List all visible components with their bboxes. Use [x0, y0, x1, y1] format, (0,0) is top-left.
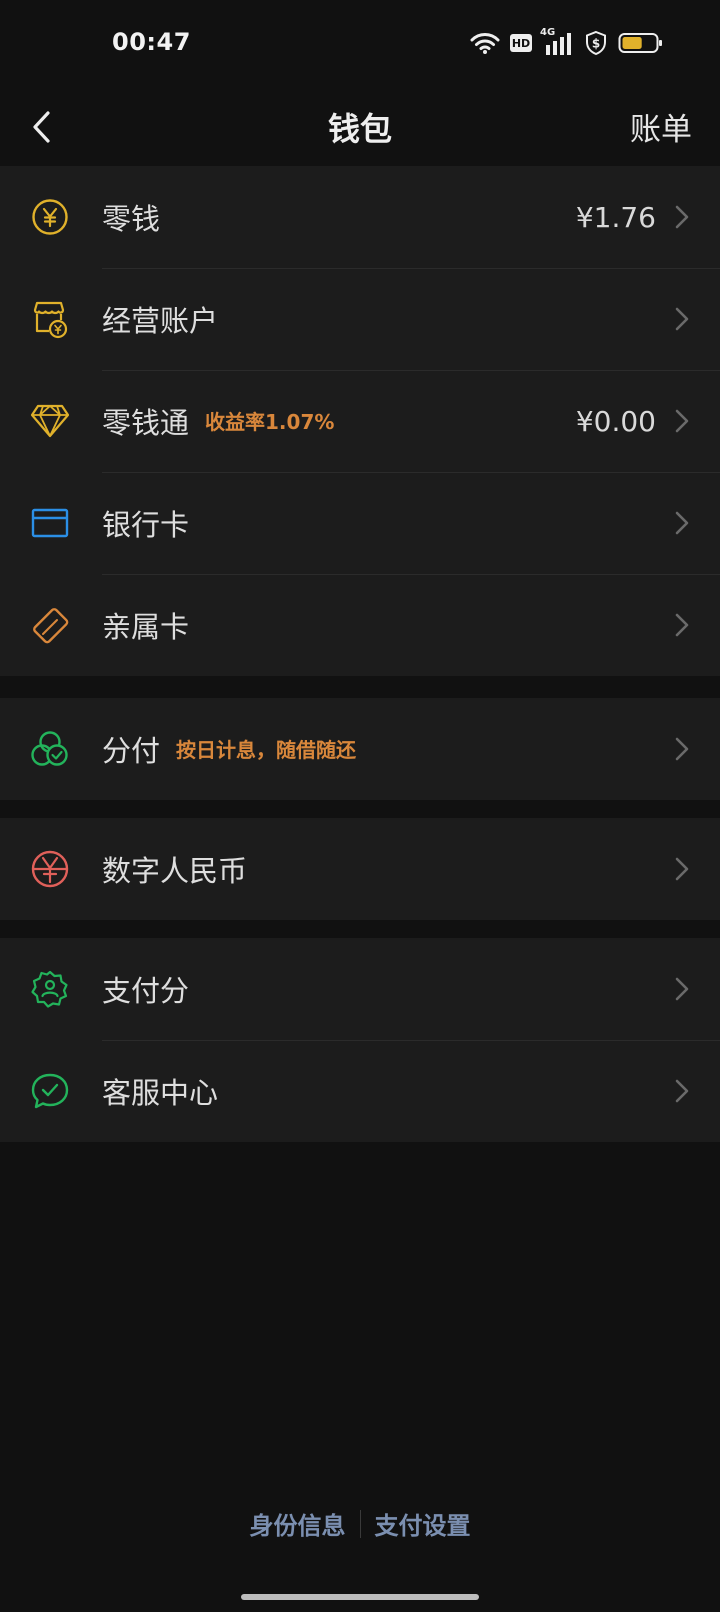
fenfu-group: 分付 按日计息，随借随还 [0, 698, 720, 800]
chevron-right-icon [675, 613, 689, 637]
row-label: 数字人民币 [102, 854, 248, 888]
wallet-assets-group: 零钱 ¥1.76 经营账户 零钱通 收益率1.07% ¥0.00 银行卡 亲属卡 [0, 166, 720, 676]
family-card-icon [30, 605, 70, 645]
footer-links: 身份信息 支付设置 [0, 1506, 720, 1541]
family-card-row[interactable]: 亲属卡 [0, 574, 720, 676]
row-label: 客服中心 [102, 1076, 219, 1110]
shop-account-icon [30, 299, 70, 339]
row-label: 银行卡 [102, 508, 190, 542]
yield-rate-tag: 收益率1.07% [205, 410, 335, 434]
lingqiantong-label: 零钱通 [102, 406, 190, 440]
row-label: 零钱通 收益率1.07% [102, 400, 334, 442]
status-time: 00:47 [112, 28, 191, 56]
customer-service-icon [30, 1071, 70, 1111]
chevron-right-icon [675, 977, 689, 1001]
digital-rmb-group: 数字人民币 [0, 818, 720, 920]
fenfu-icon [30, 729, 70, 769]
row-label: 零钱 [102, 202, 161, 236]
pay-score-icon [30, 969, 70, 1009]
status-bar: 00:47 HD 4G $ [0, 0, 720, 90]
shield-dollar-icon: $ [584, 30, 608, 56]
chevron-right-icon [675, 409, 689, 433]
chevron-right-icon [675, 307, 689, 331]
service-group: 支付分 客服中心 [0, 938, 720, 1142]
nav-bar: 钱包 账单 [0, 90, 720, 164]
digital-rmb-row[interactable]: 数字人民币 [0, 818, 720, 920]
chevron-right-icon [675, 511, 689, 535]
bank-card-icon [30, 503, 70, 543]
pay-score-row[interactable]: 支付分 [0, 938, 720, 1040]
chevron-right-icon [675, 1079, 689, 1103]
change-balance: ¥1.76 [575, 200, 656, 234]
lingqiantong-row[interactable]: 零钱通 收益率1.07% ¥0.00 [0, 370, 720, 472]
digital-rmb-icon [30, 849, 70, 889]
fenfu-label: 分付 [102, 734, 161, 768]
business-account-row[interactable]: 经营账户 [0, 268, 720, 370]
hd-icon: HD [510, 34, 532, 52]
row-label: 支付分 [102, 974, 190, 1008]
chevron-right-icon [675, 205, 689, 229]
chevron-right-icon [675, 737, 689, 761]
lingqiantong-balance: ¥0.00 [575, 404, 656, 438]
status-icons: HD 4G $ [470, 27, 664, 56]
bill-button[interactable]: 账单 [630, 104, 692, 149]
battery-icon [618, 32, 664, 54]
change-row[interactable]: 零钱 ¥1.76 [0, 166, 720, 268]
fenfu-row[interactable]: 分付 按日计息，随借随还 [0, 698, 720, 800]
fenfu-tag: 按日计息，随借随还 [176, 738, 357, 762]
customer-service-row[interactable]: 客服中心 [0, 1040, 720, 1142]
chevron-right-icon [675, 857, 689, 881]
identity-info-link[interactable]: 身份信息 [236, 1506, 360, 1541]
page-title: 钱包 [327, 110, 392, 148]
row-label: 分付 按日计息，随借随还 [102, 728, 356, 770]
coin-yuan-icon [30, 197, 70, 237]
bank-card-row[interactable]: 银行卡 [0, 472, 720, 574]
row-label: 亲属卡 [102, 610, 190, 644]
wifi-icon [470, 32, 500, 54]
svg-text:$: $ [592, 37, 600, 51]
home-indicator[interactable] [241, 1594, 479, 1600]
row-label: 经营账户 [102, 304, 219, 338]
payment-settings-link[interactable]: 支付设置 [361, 1506, 485, 1541]
signal-4g-icon: 4G [540, 27, 574, 55]
diamond-icon [30, 401, 70, 441]
